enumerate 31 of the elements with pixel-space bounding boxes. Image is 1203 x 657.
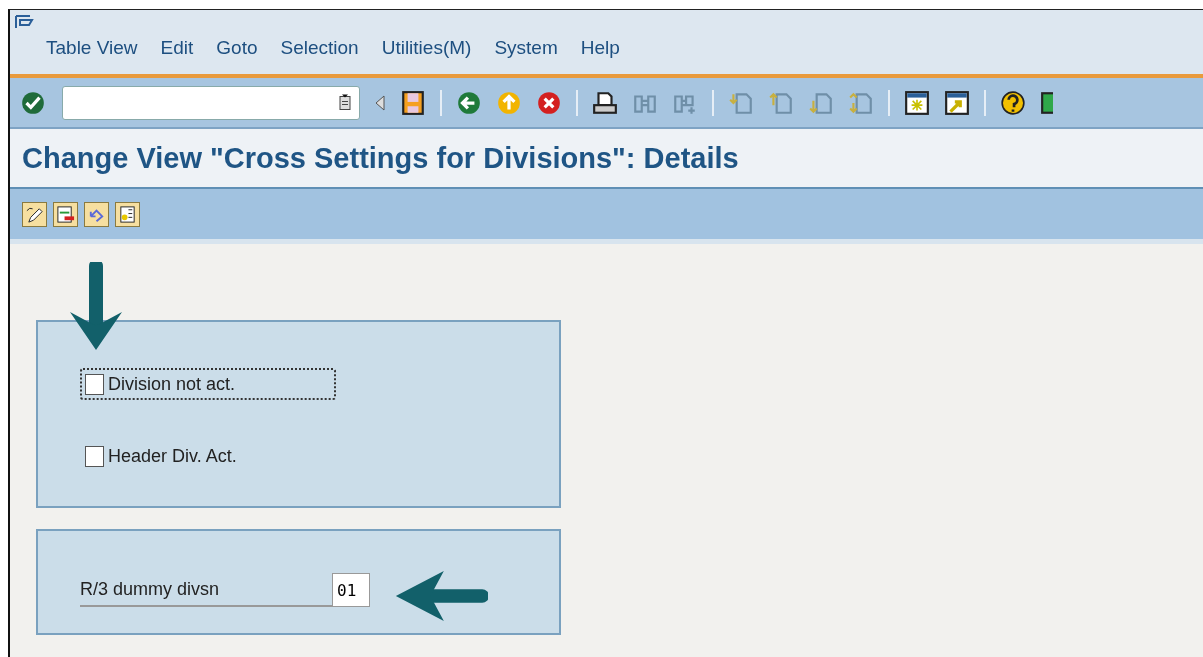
- input-field[interactable]: 01: [332, 573, 370, 607]
- delete-row-button[interactable]: [53, 201, 78, 227]
- checkbox-label: Division not act.: [108, 373, 236, 395]
- enter-icon[interactable]: [20, 89, 46, 116]
- cancel-icon[interactable]: [536, 89, 562, 116]
- command-field[interactable]: [62, 85, 360, 120]
- save-icon[interactable]: [400, 89, 426, 116]
- shortcut-icon[interactable]: [944, 89, 970, 116]
- menu-icon[interactable]: [14, 14, 34, 30]
- menu-item[interactable]: Selection: [280, 37, 359, 59]
- history-icon[interactable]: [339, 94, 351, 111]
- menu-item[interactable]: Goto: [216, 37, 258, 59]
- screen-title: Change View "Cross Settings for Divisions": Details: [22, 141, 739, 175]
- print-icon[interactable]: [592, 89, 618, 116]
- document-icon: [118, 204, 137, 224]
- checkbox[interactable]: [85, 373, 104, 395]
- menu-item[interactable]: System: [494, 37, 558, 59]
- menu-item[interactable]: Edit: [160, 37, 194, 59]
- monitor-icon[interactable]: [1040, 89, 1053, 116]
- menu-item[interactable]: Table View: [46, 37, 138, 59]
- menu-item[interactable]: Utilities(M): [381, 37, 472, 59]
- checkbox[interactable]: [85, 445, 104, 467]
- new-window-icon[interactable]: [904, 89, 930, 116]
- help-icon[interactable]: [1000, 89, 1026, 116]
- details-button[interactable]: [115, 201, 140, 227]
- undo-button[interactable]: [84, 201, 109, 227]
- back-icon[interactable]: [456, 89, 482, 116]
- checkbox-label: Header Div. Act.: [108, 445, 237, 467]
- menu-item[interactable]: Help: [580, 37, 620, 59]
- row-delete-icon: [56, 204, 75, 224]
- display-change-button[interactable]: [22, 201, 47, 227]
